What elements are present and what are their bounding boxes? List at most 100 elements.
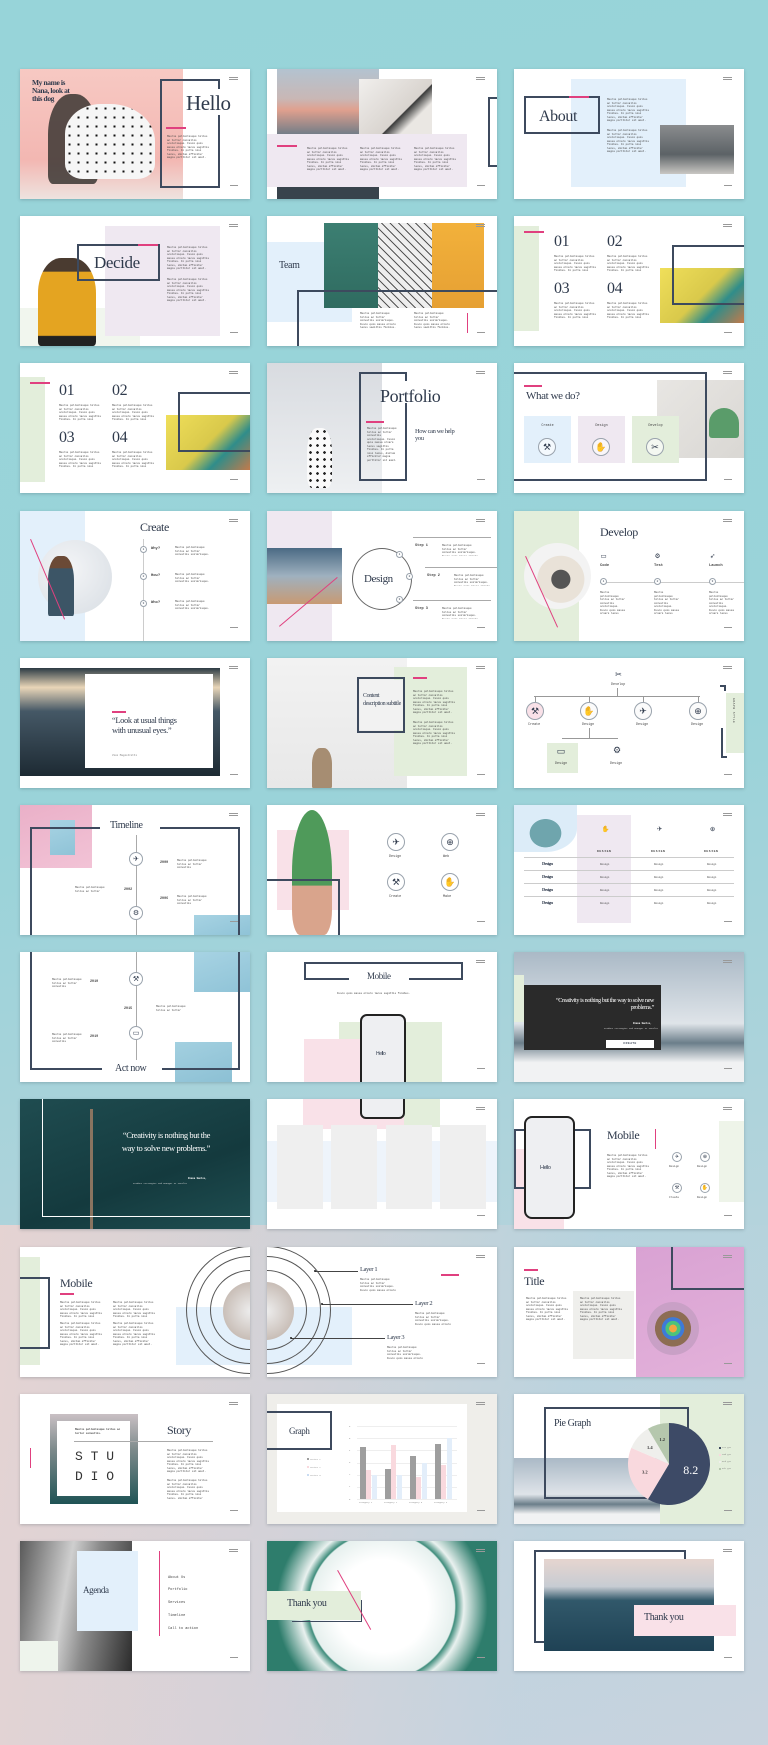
- screen-placeholder: [440, 1125, 486, 1209]
- agenda-item-3[interactable]: Services: [168, 1601, 185, 1605]
- slide-thumbnail-3[interactable]: About Mauris pellentesque tellus ac torto…: [514, 69, 744, 199]
- service-card: Develop ✂: [632, 416, 679, 463]
- tools-icon: ✂: [615, 670, 622, 680]
- slide-thumbnail-33[interactable]: Thank you: [514, 1541, 744, 1671]
- header-mark: [723, 519, 732, 520]
- slide-thumbnail-14[interactable]: Content description subtitle Mauris pelle…: [267, 658, 497, 788]
- slide-thumbnail-27[interactable]: Title Mauris pellentesque tellus ac torto…: [514, 1247, 744, 1377]
- slide-thumbnail-16[interactable]: Timeline ✈ ⚙ 2000 2002 2006 Mauris pellentesqu…: [20, 805, 250, 935]
- highlight-panel: [719, 1121, 744, 1202]
- body-text: Mauris pellentesque tellus ac tortor con…: [175, 600, 210, 610]
- slide-thumbnail-11[interactable]: Design Step 1 Mauris pellentesque tellus a…: [267, 511, 497, 641]
- hand-icon: ✋: [700, 1183, 710, 1193]
- slide-thumbnail-15[interactable]: ✂ Develop ⚒ Create ✋ Design ✈ Design ⊕ Design ▭ Des…: [514, 658, 744, 788]
- table-cell: Design: [707, 876, 717, 879]
- agenda-item-4[interactable]: Timeline: [168, 1614, 185, 1618]
- table-cell: Design: [654, 902, 664, 905]
- y-tick-label: 3: [349, 1461, 351, 1464]
- year-label: 2000: [160, 861, 169, 865]
- slide-thumbnail-19[interactable]: Act now ⚒ ▭ 2010 2015 2019 Mauris pellentesque…: [20, 952, 250, 1082]
- slide-thumbnail-13[interactable]: “Look at usual things with unusual eyes.…: [20, 658, 250, 788]
- slide-thumbnail-21[interactable]: “Creativity is nothing but the way to so…: [514, 952, 744, 1082]
- slide-thumbnail-12[interactable]: Develop ▭ Code 1 Mauris pellentesque tellus …: [514, 511, 744, 641]
- table-cell: Design: [654, 863, 664, 866]
- slide-thumbnail-10[interactable]: Create 1 Why? Mauris pellentesque tellus ac…: [20, 511, 250, 641]
- year-label: 2002: [124, 888, 133, 892]
- y-tick-label: 6: [349, 1424, 351, 1428]
- slide-title: Hello: [186, 91, 231, 115]
- outline-frame: [720, 685, 726, 691]
- slide-thumbnail-25[interactable]: Mobile Mauris pellentesque tellus ac tort…: [20, 1247, 250, 1377]
- slide-thumbnail-29[interactable]: Graph 0 1 2 3 4 5 6 Category 1 Category 2 Category…: [267, 1394, 497, 1524]
- slide-thumbnail-32[interactable]: Thank you: [267, 1541, 497, 1671]
- slide-thumbnail-8[interactable]: Portfolio Mauris pellentesque tellus ac t…: [267, 363, 497, 493]
- globe-icon: ⊕: [700, 1152, 710, 1162]
- quote-text: “Look at usual things with unusual eyes.…: [112, 715, 177, 735]
- slide-thumbnail-1[interactable]: My name is Nana, look at this dog Hello Ma…: [20, 69, 250, 199]
- header-mark: [723, 79, 732, 80]
- gear-icon: ⚙: [612, 744, 622, 755]
- slide-thumbnail-20[interactable]: Mobile Fusce quis massa ornare lacus sagi…: [267, 952, 497, 1082]
- body-text: Mauris pellentesque tellus ac tortor con…: [607, 98, 650, 122]
- child-label: Design: [610, 762, 623, 766]
- header-mark: [229, 371, 238, 372]
- accent-bar: [112, 711, 126, 713]
- slide-thumbnail-17[interactable]: ✈ Design ⊕ Web ⚒ Create ✋ Make: [267, 805, 497, 935]
- legend-label: 2nd Qtr: [722, 1453, 732, 1456]
- slide-title: Team: [279, 260, 300, 271]
- row-header: Design: [542, 887, 553, 892]
- bar-series-3-4: [446, 1438, 453, 1499]
- slide-thumbnail-7[interactable]: 01 Mauris pellentesque tellus ac tortor c…: [20, 363, 250, 493]
- slide-thumbnail-26[interactable]: Layer 1 Mauris pellentesque tellus ac tor…: [267, 1247, 497, 1377]
- header-mark: [229, 1551, 238, 1552]
- accent-bar-vertical: [30, 1448, 32, 1468]
- timeline-axis: [136, 835, 137, 935]
- body-text: Mauris pellentesque tellus ac tortor con…: [167, 278, 210, 302]
- accent-bar: [413, 677, 427, 679]
- header-mark: [723, 1549, 732, 1550]
- root-label: Develop: [611, 683, 626, 687]
- slide-title: Agenda: [83, 1585, 109, 1595]
- bar-series-3-3: [421, 1462, 428, 1499]
- slide-thumbnail-4[interactable]: Decide Mauris pellentesque tellus ac tort…: [20, 216, 250, 346]
- globe-icon: ⊕: [441, 833, 459, 851]
- hammer-icon: ⚒: [526, 702, 544, 720]
- slide-thumbnail-18[interactable]: ✋ DESIGN ✈ DESIGN ⊕ DESIGN Design Design Design D…: [514, 805, 744, 935]
- slide-thumbnail-28[interactable]: Mauris pellentesque tellus ac tortor con…: [20, 1394, 250, 1524]
- connector-line: [315, 1271, 358, 1272]
- highlight-panel: [404, 1099, 440, 1127]
- connector-dot: [321, 1303, 323, 1305]
- agenda-item-1[interactable]: About Us: [168, 1576, 185, 1580]
- body-text: Mauris pellentesque tellus ac tortor con…: [554, 255, 597, 273]
- slide-thumbnail-24[interactable]: Hello Mobile Mauris pellentesque tellus ac…: [514, 1099, 744, 1229]
- slide-thumbnail-23[interactable]: [267, 1099, 497, 1229]
- header-mark: [229, 521, 238, 522]
- studio-letters: D I O: [75, 1469, 115, 1484]
- hammer-icon: ⚒: [129, 972, 143, 986]
- slide-thumbnail-5[interactable]: Team Mauris pellentesque tellus ac tortor…: [267, 216, 497, 346]
- quote-role: Product Strategist and Manager at Inteli…: [604, 1027, 658, 1030]
- accent-bar-vertical: [655, 1129, 657, 1149]
- create-button[interactable]: CREATE: [606, 1040, 654, 1048]
- slide-thumbnail-22[interactable]: “Creativity is nothing but the way to so…: [20, 1099, 250, 1229]
- agenda-item-5[interactable]: Call to action: [168, 1627, 198, 1631]
- page-number-mark: [230, 332, 238, 333]
- table-cell: Design: [600, 876, 610, 879]
- slide-thumbnail-30[interactable]: Pie Graph 8.2 3.2 1.4 1.2 1st Qtr 2nd Qtr 3rd Q…: [514, 1394, 744, 1524]
- timeline-line: [143, 539, 144, 641]
- legend-label: 1st Qtr: [722, 1446, 732, 1449]
- accent-bar: [30, 382, 50, 384]
- header-mark: [476, 1404, 485, 1405]
- slide-thumbnail-2[interactable]: Mauris pellentesque tellus ac tortor con…: [267, 69, 497, 199]
- agenda-item-2[interactable]: Portfolio: [168, 1588, 187, 1592]
- slide-thumbnail-9[interactable]: What we do? Create ⚒ Design ✋ Develop ✂: [514, 363, 744, 493]
- header-mark: [476, 960, 485, 961]
- body-text: Mauris pellentesque tellus ac tortor con…: [177, 859, 207, 869]
- page-number-mark: [477, 1657, 485, 1658]
- slide-thumbnail-6[interactable]: 01 Mauris pellentesque tellus ac tortor c…: [514, 216, 744, 346]
- body-text: Mauris pellentesque tellus ac tortor con…: [175, 546, 210, 556]
- y-tick-label: 0: [349, 1497, 351, 1501]
- slide-thumbnail-31[interactable]: Agenda About Us Portfolio Services Timeline C…: [20, 1541, 250, 1671]
- header-mark: [723, 1109, 732, 1110]
- body-text: Mauris pellentesque tellus ac tortor con…: [167, 1449, 210, 1473]
